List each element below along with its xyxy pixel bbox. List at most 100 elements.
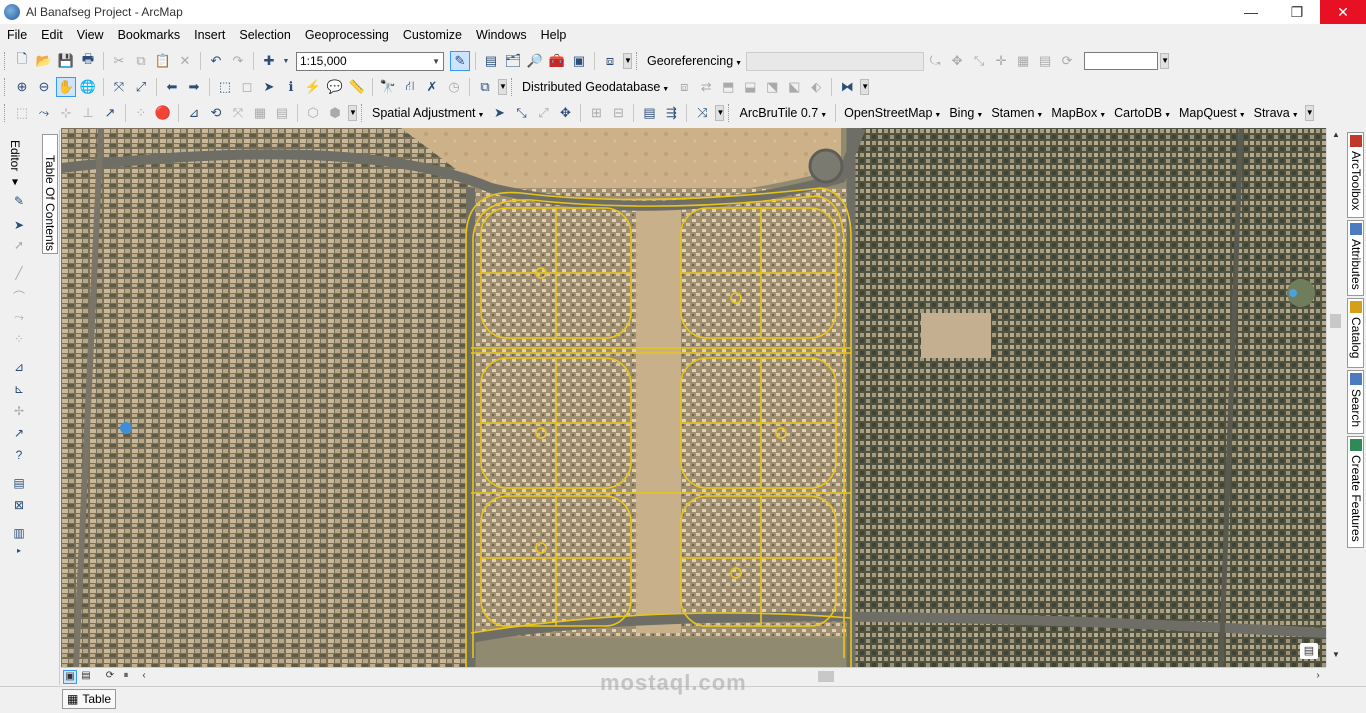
chevron-down-icon[interactable]: ▼ <box>281 51 291 71</box>
horizontal-scroll-thumb[interactable] <box>818 671 834 682</box>
undo-icon[interactable]: ↶ <box>206 51 226 71</box>
topology-icon[interactable]: ⊿ <box>184 103 204 123</box>
identify-icon[interactable]: ℹ <box>281 77 301 97</box>
rotate-tool-icon[interactable]: ↗ <box>10 426 28 444</box>
map-tips-icon[interactable]: ▤ <box>1300 643 1318 659</box>
time-slider-icon[interactable]: ◷ <box>444 77 464 97</box>
trace-icon[interactable]: ⤳ <box>10 310 28 328</box>
toolbar-options-icon[interactable]: ▼ <box>1160 53 1170 69</box>
import-icon[interactable]: ⬖ <box>806 77 826 97</box>
go-to-xy-icon[interactable]: ✗ <box>422 77 442 97</box>
create-features-tab[interactable]: Create Features <box>1347 436 1364 548</box>
sketch-properties-icon[interactable]: 🔴 <box>153 103 173 123</box>
provider-bing[interactable]: Bing ▼ <box>945 106 987 120</box>
select-elements-icon[interactable]: ➤ <box>489 103 509 123</box>
view-link-table-icon[interactable]: ▤ <box>1035 51 1055 71</box>
spatial-adjustment-menu[interactable]: Spatial Adjustment ▼ <box>368 106 488 120</box>
pan-icon[interactable]: ✋ <box>56 77 76 97</box>
smooth-icon[interactable]: ⬢ <box>325 103 345 123</box>
attributes-tab[interactable]: Attributes <box>1347 220 1364 296</box>
toolbar-options-icon[interactable]: ▼ <box>348 105 357 121</box>
copy-icon[interactable]: ⧉ <box>131 51 151 71</box>
hyperlink-icon[interactable]: ⚡ <box>303 77 323 97</box>
fixed-zoom-out-icon[interactable]: ⤢ <box>131 77 151 97</box>
extract-data-icon[interactable]: ⬒ <box>718 77 738 97</box>
measure-icon[interactable]: 📏 <box>347 77 367 97</box>
multiple-displacement-icon[interactable]: ✥ <box>555 103 575 123</box>
map-view[interactable]: ▤ <box>61 128 1326 667</box>
toolbar-options-icon[interactable]: ▼ <box>715 105 725 121</box>
checkin-icon[interactable]: ⬔ <box>762 77 782 97</box>
scale-combo[interactable]: 1:15,000 ▼ <box>296 51 444 71</box>
sketch-props-icon[interactable]: ⊠ <box>10 498 28 516</box>
georeferencing-menu[interactable]: Georeferencing ▼ <box>643 54 746 68</box>
select-features-icon[interactable]: ⬚ <box>215 77 235 97</box>
add-control-points-icon[interactable]: ✛ <box>991 51 1011 71</box>
menu-customize[interactable]: Customize <box>396 24 469 46</box>
create-viewer-icon[interactable]: ⧉ <box>475 77 495 97</box>
fix-icon[interactable]: ⤧ <box>228 103 248 123</box>
menu-view[interactable]: View <box>70 24 111 46</box>
limited-adjustment-icon[interactable]: ⊟ <box>608 103 628 123</box>
toolbar-options-icon[interactable]: ▼ <box>860 79 870 95</box>
paste-icon[interactable]: 📋 <box>153 51 173 71</box>
save-icon[interactable]: 💾 <box>56 51 76 71</box>
new-document-icon[interactable]: 🗋 <box>12 51 32 71</box>
rotate-icon[interactable]: ⤿ <box>925 51 945 71</box>
link-table-icon[interactable]: ▦ <box>1013 51 1033 71</box>
split-icon[interactable]: ⊥ <box>78 103 98 123</box>
python-window-icon[interactable]: ▣ <box>569 51 589 71</box>
minimize-button[interactable]: — <box>1228 0 1274 24</box>
redo-icon[interactable]: ↷ <box>228 51 248 71</box>
new-displacement-link-icon[interactable]: ⤡ <box>511 103 531 123</box>
open-folder-icon[interactable]: 📂 <box>34 51 54 71</box>
replica-icon[interactable]: ⧈ <box>674 77 694 97</box>
catalog-icon[interactable]: 🗂 <box>503 51 523 71</box>
search-window-icon[interactable]: 🔎 <box>525 51 545 71</box>
select-elements-icon[interactable]: ➤ <box>259 77 279 97</box>
attributes-icon[interactable]: ▤ <box>10 476 28 494</box>
data-view-icon[interactable]: ▣ <box>63 670 77 684</box>
menu-edit[interactable]: Edit <box>34 24 70 46</box>
chevron-right-icon[interactable]: ▸ <box>10 546 28 564</box>
distributed-geodatabase-menu[interactable]: Distributed Geodatabase ▼ <box>518 80 673 94</box>
validate-icon[interactable]: ⟲ <box>206 103 226 123</box>
toolbar-options-icon[interactable]: ▼ <box>498 79 507 95</box>
reshape-feature-icon[interactable]: ⊿ <box>10 360 28 378</box>
rotate-tool-icon[interactable]: ↗ <box>100 103 120 123</box>
scroll-up-icon[interactable]: ▲ <box>1329 130 1343 144</box>
menu-windows[interactable]: Windows <box>469 24 534 46</box>
delete-icon[interactable]: ✕ <box>175 51 195 71</box>
menu-bookmarks[interactable]: Bookmarks <box>111 24 188 46</box>
end-point-arc-icon[interactable]: ⌒ <box>10 288 28 306</box>
cut-polygons-icon[interactable]: ⊾ <box>10 382 28 400</box>
edge-match-icon[interactable]: ⤨ <box>692 103 712 123</box>
forward-extent-icon[interactable]: ➡ <box>184 77 204 97</box>
back-extent-icon[interactable]: ⬅ <box>162 77 182 97</box>
straight-segment-icon[interactable]: ╱ <box>10 266 28 284</box>
attribute-transfer-icon[interactable]: ⇶ <box>661 103 681 123</box>
table-of-contents-tab[interactable]: Table Of Contents <box>42 134 58 254</box>
toolbar-options-icon[interactable]: ▼ <box>1304 105 1314 121</box>
map-vertical-scrollbar[interactable]: ▲ ▼ <box>1326 128 1343 667</box>
html-popup-icon[interactable]: 💬 <box>325 77 345 97</box>
cut-polygon-icon[interactable]: ⊹ <box>56 103 76 123</box>
scroll-down-icon[interactable]: ▼ <box>1329 650 1343 664</box>
error-inspector-icon[interactable]: ▦ <box>250 103 270 123</box>
arctoolbox-icon[interactable]: 🧰 <box>547 51 567 71</box>
table-of-contents-icon[interactable]: ▤ <box>481 51 501 71</box>
sync-icon[interactable]: ⇄ <box>696 77 716 97</box>
edit-annotation-icon[interactable]: ➤ <box>10 218 28 236</box>
shift-icon[interactable]: ✥ <box>947 51 967 71</box>
split-tool-icon[interactable]: ✢ <box>10 404 28 422</box>
point-icon[interactable]: ⁘ <box>10 332 28 350</box>
arctoolbox-tab[interactable]: ArcToolbox <box>1347 132 1364 218</box>
menu-help[interactable]: Help <box>534 24 574 46</box>
new-identity-link-icon[interactable]: ⊞ <box>586 103 606 123</box>
editor-tab[interactable]: Editor ▾ <box>8 140 22 189</box>
provider-stamen[interactable]: Stamen ▼ <box>987 106 1047 120</box>
checkout-icon[interactable]: ⬓ <box>740 77 760 97</box>
zoom-in-icon[interactable]: ⊕ <box>12 77 32 97</box>
provider-strava[interactable]: Strava ▼ <box>1250 106 1303 120</box>
find-route-icon[interactable]: ⛙ <box>400 77 420 97</box>
